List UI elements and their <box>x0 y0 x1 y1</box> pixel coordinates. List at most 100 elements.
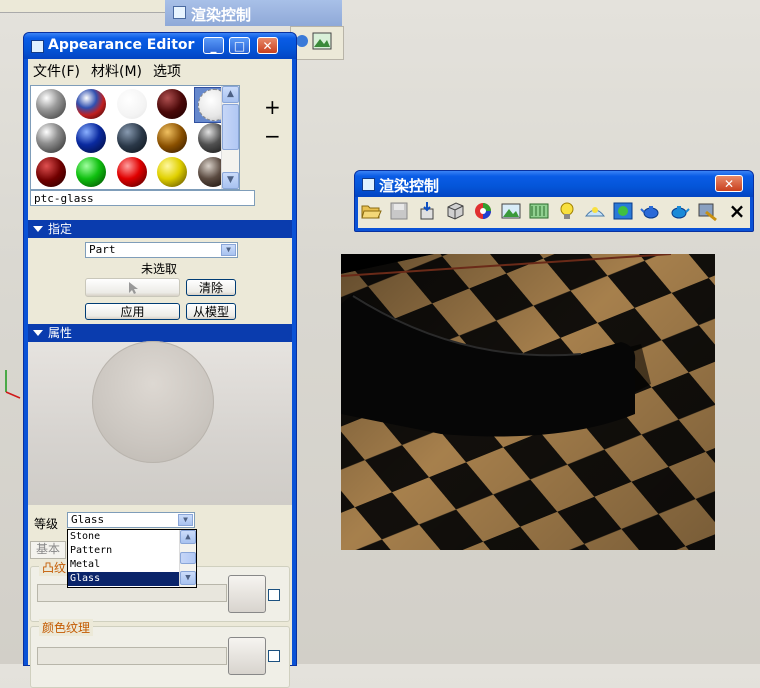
save-icon[interactable] <box>388 200 410 222</box>
open-folder-icon[interactable] <box>360 200 382 222</box>
scroll-thumb[interactable] <box>180 552 196 564</box>
swatch-green[interactable] <box>76 157 106 187</box>
appearance-palette: ▲ ▼ <box>30 85 240 190</box>
swatch-bronze[interactable] <box>157 123 187 153</box>
assign-header-label: 指定 <box>48 222 73 236</box>
collapse-triangle-icon <box>33 330 43 336</box>
rendered-scene-image <box>341 254 715 550</box>
render-toolbar: × <box>358 197 750 228</box>
background-toolbar-fragment-right <box>290 26 344 60</box>
scroll-up-arrow-icon[interactable]: ▲ <box>222 86 239 103</box>
apply-button[interactable]: 应用 <box>85 303 180 320</box>
swatch-multicolor[interactable] <box>76 89 106 119</box>
scroll-up-arrow-icon[interactable]: ▲ <box>180 530 196 544</box>
assign-section-header[interactable]: 指定 <box>28 220 292 238</box>
swatch-chrome[interactable] <box>36 89 66 119</box>
palette-scrollbar[interactable]: ▲ ▼ <box>221 86 239 189</box>
swatch-slate[interactable] <box>117 123 147 153</box>
list-item[interactable]: Stone <box>68 530 196 544</box>
add-appearance-button[interactable]: + <box>264 95 281 119</box>
color-texture-group-label: 颜色纹理 <box>39 619 94 636</box>
color-wheel-icon[interactable] <box>472 200 494 222</box>
list-item-selected[interactable]: Glass <box>68 572 196 586</box>
close-button[interactable]: ✕ <box>715 175 743 192</box>
checkerboard-render <box>341 254 715 550</box>
menu-file[interactable]: 文件(F) <box>33 61 80 81</box>
background-window-title-text: 渲染控制 <box>191 6 252 24</box>
window-icon <box>31 40 44 53</box>
background-render-window-title: 渲染控制 <box>165 0 342 26</box>
from-model-button[interactable]: 从模型 <box>186 303 236 320</box>
window-title: Appearance Editor <box>48 37 195 53</box>
background-toolbar-fragment <box>0 0 165 13</box>
axis-triad-icon <box>5 370 21 399</box>
color-texture-slider[interactable] <box>37 647 227 665</box>
cube-icon[interactable] <box>444 200 466 222</box>
assign-target-select[interactable]: Part ▼ <box>85 242 238 258</box>
color-texture-map-button[interactable] <box>228 637 266 675</box>
list-item[interactable]: Metal <box>68 558 196 572</box>
swatch-maroon[interactable] <box>36 157 66 187</box>
list-item[interactable]: Pattern <box>68 544 196 558</box>
swatch-blue[interactable] <box>76 123 106 153</box>
properties-header-label: 属性 <box>48 326 73 340</box>
class-dropdown-list[interactable]: Stone Pattern Metal Glass ▲ ▼ <box>67 529 197 588</box>
chevron-down-icon: ▼ <box>221 244 236 256</box>
window-icon <box>173 6 186 19</box>
class-select-value: Glass <box>71 513 105 526</box>
appearance-editor-window: Appearance Editor _ □ ✕ 文件(F) 材料(M) 选项 ▲… <box>23 32 297 688</box>
tab-basic[interactable]: 基本 <box>30 541 66 559</box>
appearance-editor-client: 文件(F) 材料(M) 选项 ▲ ▼ + − ptc-glass 指定 Part… <box>28 59 292 688</box>
import-icon[interactable] <box>416 200 438 222</box>
collapse-triangle-icon <box>33 226 43 232</box>
swatch-dark-red[interactable] <box>157 89 187 119</box>
chevron-down-icon: ▼ <box>178 514 193 526</box>
dropdown-scrollbar[interactable]: ▲ ▼ <box>179 530 196 587</box>
preview-sphere <box>92 341 214 463</box>
scroll-thumb[interactable] <box>222 104 239 150</box>
bump-map-button[interactable] <box>228 575 266 613</box>
swatch-white[interactable] <box>117 89 147 119</box>
cursor-arrow-icon <box>128 282 138 294</box>
remove-appearance-button[interactable]: − <box>264 124 281 148</box>
appearance-name-field[interactable]: ptc-glass <box>30 190 255 206</box>
clear-button[interactable]: 清除 <box>186 279 236 296</box>
menu-options[interactable]: 选项 <box>153 61 181 81</box>
appearance-preview <box>28 341 292 505</box>
class-label: 等级 <box>34 517 59 531</box>
render-control-title: 渲染控制 <box>379 177 440 195</box>
light-bulb-icon[interactable] <box>556 200 578 222</box>
swatch-silver[interactable] <box>36 123 66 153</box>
minimize-button[interactable]: _ <box>203 37 224 54</box>
properties-section-header[interactable]: 属性 <box>28 324 292 342</box>
render-control-titlebar[interactable]: 渲染控制 ✕ <box>355 171 753 197</box>
scroll-down-arrow-icon[interactable]: ▼ <box>180 571 196 585</box>
scene-icon[interactable] <box>612 200 634 222</box>
bump-group-label: 凸纹 <box>39 559 70 576</box>
swatch-red[interactable] <box>117 157 147 187</box>
selection-status: 未选取 <box>141 262 178 276</box>
maximize-button[interactable]: □ <box>229 37 250 54</box>
landscape-icon <box>296 32 332 50</box>
close-x-icon[interactable]: × <box>726 200 748 222</box>
appearance-editor-titlebar[interactable]: Appearance Editor _ □ ✕ <box>24 33 296 59</box>
select-pick-button[interactable] <box>85 278 180 297</box>
menu-material[interactable]: 材料(M) <box>91 61 142 81</box>
assign-target-value: Part <box>89 243 116 256</box>
render-control-window: 渲染控制 ✕ × <box>354 170 754 232</box>
window-icon <box>362 178 375 191</box>
close-button[interactable]: ✕ <box>257 37 278 54</box>
menu-bar: 文件(F) 材料(M) 选项 <box>28 59 292 81</box>
sky-icon[interactable] <box>584 200 606 222</box>
texture-icon[interactable] <box>528 200 550 222</box>
color-texture-checkbox[interactable] <box>268 650 280 662</box>
wand-icon[interactable] <box>696 200 718 222</box>
color-texture-group: 颜色纹理 <box>30 619 290 688</box>
teapot-render-icon[interactable] <box>668 200 690 222</box>
scroll-down-arrow-icon[interactable]: ▼ <box>222 172 239 189</box>
swatch-yellow[interactable] <box>157 157 187 187</box>
teapot-icon[interactable] <box>640 200 662 222</box>
class-select[interactable]: Glass ▼ <box>67 512 195 528</box>
landscape-icon[interactable] <box>500 200 522 222</box>
bump-checkbox[interactable] <box>268 589 280 601</box>
